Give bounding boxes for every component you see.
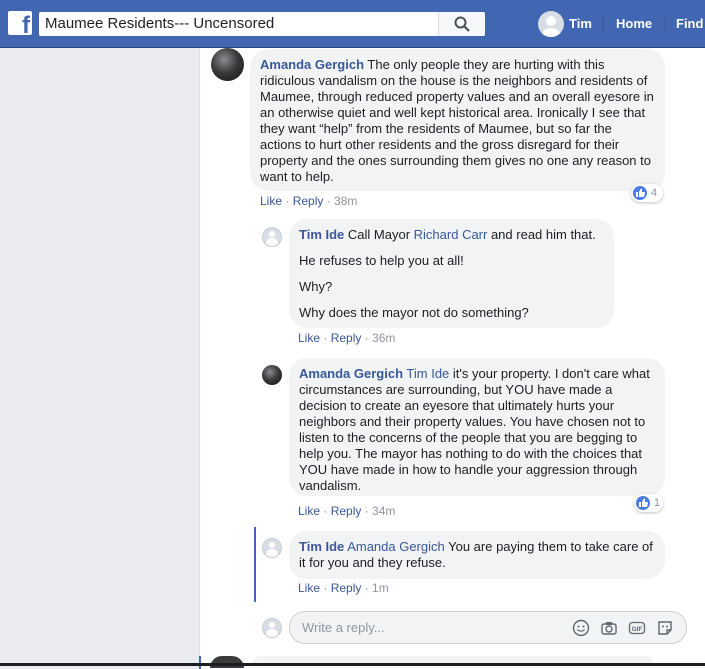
sticker-icon[interactable] (656, 619, 674, 637)
facebook-logo-icon[interactable]: f (8, 11, 32, 39)
emoji-icon[interactable] (572, 619, 590, 637)
nav-divider (603, 16, 604, 32)
top-navigation-bar: f Maumee Residents--- Uncensored Tim Hom… (0, 0, 705, 48)
svg-text:GIF: GIF (632, 626, 643, 633)
comment-author[interactable]: Amanda Gergich (260, 57, 364, 72)
reply-link[interactable]: Reply (331, 331, 362, 345)
avatar[interactable] (210, 656, 244, 668)
highlight-indicator (254, 527, 256, 602)
search-button[interactable] (438, 12, 485, 36)
like-icon (633, 186, 647, 200)
comment-text: Call Mayor (347, 227, 414, 242)
home-link[interactable]: Home (616, 16, 652, 31)
comment-timestamp[interactable]: 34m (372, 504, 395, 518)
logo-letter: f (22, 12, 30, 39)
mention-link[interactable]: Richard Carr (414, 227, 488, 242)
nav-divider (665, 16, 666, 32)
window-edge (0, 663, 705, 666)
avatar[interactable] (262, 618, 282, 638)
like-link[interactable]: Like (260, 194, 282, 208)
search-icon (454, 16, 470, 32)
like-link[interactable]: Like (298, 331, 320, 345)
comment-actions: Like · Reply · 1m (298, 581, 389, 595)
profile-link[interactable]: Tim (569, 16, 592, 31)
search-bar[interactable]: Maumee Residents--- Uncensored (39, 12, 485, 36)
reaction-count: 4 (651, 187, 658, 199)
comment-text: it's your property. I don't care what ci… (299, 366, 650, 493)
reaction-count: 1 (654, 497, 661, 509)
user-avatar[interactable] (538, 11, 564, 37)
comment-timestamp[interactable]: 38m (334, 194, 357, 208)
reply-placeholder: Write a reply... (302, 620, 385, 635)
comment-bubble: Amanda Gergich Tim Ide it's your propert… (289, 358, 665, 496)
comment-timestamp[interactable]: 1m (372, 581, 389, 595)
like-link[interactable]: Like (298, 504, 320, 518)
like-link[interactable]: Like (298, 581, 320, 595)
avatar[interactable] (262, 227, 282, 247)
left-background (0, 48, 199, 669)
comment-text: and read him that. (487, 227, 596, 242)
camera-icon[interactable] (600, 619, 618, 637)
gif-icon[interactable]: GIF (628, 619, 646, 637)
reply-link[interactable]: Reply (293, 194, 324, 208)
reply-link[interactable]: Reply (331, 581, 362, 595)
search-input[interactable]: Maumee Residents--- Uncensored (45, 15, 274, 32)
avatar[interactable] (262, 365, 282, 385)
avatar[interactable] (211, 48, 244, 81)
reaction-badge[interactable]: 1 (634, 494, 663, 512)
comment-actions: Like · Reply · 38m (260, 194, 358, 208)
comment-actions: Like · Reply · 34m (298, 504, 396, 518)
comment-line: Why does the mayor not do something? (299, 305, 529, 320)
like-icon (636, 496, 650, 510)
comment-actions: Like · Reply · 36m (298, 331, 396, 345)
comment-line: He refuses to help you at all! (299, 253, 464, 268)
avatar[interactable] (262, 538, 282, 558)
reply-link[interactable]: Reply (331, 504, 362, 518)
reply-input[interactable]: Write a reply... GIF (289, 611, 687, 644)
comment-bubble: Amanda Gergich The only people they are … (250, 49, 665, 191)
comment-timestamp[interactable]: 36m (372, 331, 395, 345)
find-friends-link[interactable]: Find (676, 16, 703, 31)
comment-author[interactable]: Tim Ide (299, 227, 344, 242)
comment-author[interactable]: Amanda Gergich (299, 366, 403, 381)
comment-line: Why? (299, 279, 333, 294)
comment-text: The only people they are hurting with th… (260, 57, 654, 184)
comment-author[interactable]: Tim Ide (299, 539, 344, 554)
mention-link[interactable]: Tim Ide (406, 366, 449, 381)
comment-bubble: Tim Ide Call Mayor Richard Carr and read… (289, 219, 614, 328)
comment-bubble: Tim Ide Amanda Gergich You are paying th… (289, 531, 665, 579)
mention-link[interactable]: Amanda Gergich (347, 539, 445, 554)
reaction-badge[interactable]: 4 (631, 184, 663, 202)
